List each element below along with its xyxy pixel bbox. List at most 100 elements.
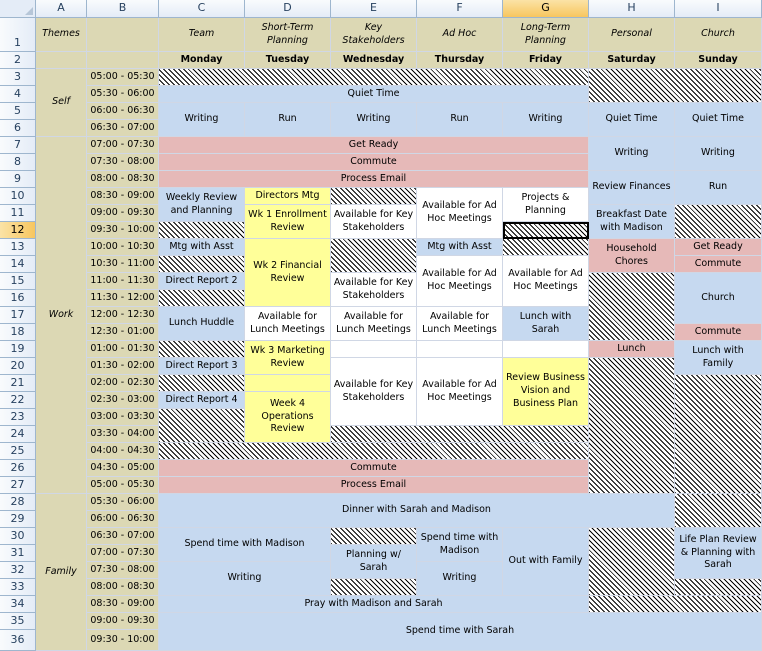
schedule-block[interactable]: Run bbox=[675, 171, 762, 205]
row-header-3[interactable]: 3 bbox=[0, 69, 36, 86]
row-header-28[interactable]: 28 bbox=[0, 494, 36, 511]
blocked-time-cell[interactable] bbox=[589, 273, 675, 341]
schedule-block[interactable]: Writing bbox=[331, 103, 417, 137]
time-slot[interactable]: 09:30 - 10:00 bbox=[87, 222, 159, 239]
time-slot[interactable]: 01:30 - 02:00 bbox=[87, 358, 159, 375]
schedule-block[interactable]: Writing bbox=[675, 137, 762, 171]
blocked-time-cell[interactable] bbox=[331, 579, 417, 596]
row-header-34[interactable]: 34 bbox=[0, 596, 36, 613]
schedule-block[interactable]: Wk 2 Financial Review bbox=[245, 239, 331, 307]
schedule-block[interactable]: Spend time with Madison bbox=[417, 528, 503, 562]
blocked-time-cell[interactable] bbox=[675, 375, 762, 494]
topic-header[interactable]: Team bbox=[159, 18, 245, 52]
blocked-time-cell[interactable] bbox=[159, 256, 245, 273]
schedule-block[interactable]: Dinner with Sarah and Madison bbox=[159, 494, 675, 528]
schedule-block[interactable]: Writing bbox=[589, 137, 675, 171]
row-header-7[interactable]: 7 bbox=[0, 137, 36, 154]
theme-family[interactable]: Family bbox=[36, 494, 87, 651]
day-header[interactable]: Sunday bbox=[675, 52, 762, 69]
schedule-block[interactable]: Lunch with Family bbox=[675, 341, 762, 375]
row-header-2[interactable]: 2 bbox=[0, 52, 36, 69]
schedule-block[interactable]: Week 4 Operations Review bbox=[245, 392, 331, 443]
row-header-33[interactable]: 33 bbox=[0, 579, 36, 596]
time-slot[interactable]: 04:00 - 04:30 bbox=[87, 443, 159, 460]
column-header-d[interactable]: D bbox=[245, 0, 331, 18]
time-slot[interactable]: 08:00 - 08:30 bbox=[87, 171, 159, 188]
day-header[interactable]: Wednesday bbox=[331, 52, 417, 69]
time-slot[interactable]: 03:00 - 03:30 bbox=[87, 409, 159, 426]
row-header-15[interactable]: 15 bbox=[0, 273, 36, 290]
selected-cell-g12[interactable] bbox=[503, 222, 589, 239]
blocked-time-cell[interactable] bbox=[503, 239, 589, 256]
blocked-time-cell[interactable] bbox=[675, 205, 762, 239]
schedule-block[interactable]: Spend time with Sarah bbox=[159, 613, 762, 651]
schedule-block[interactable]: Available for Lunch Meetings bbox=[331, 307, 417, 341]
schedule-block[interactable]: Available for Ad Hoc Meetings bbox=[417, 358, 503, 426]
time-slot[interactable]: 09:30 - 10:00 bbox=[87, 630, 159, 651]
schedule-block[interactable]: Available for Ad Hoc Meetings bbox=[417, 256, 503, 307]
schedule-block[interactable]: Breakfast Date with Madison bbox=[589, 205, 675, 239]
row-header-30[interactable]: 30 bbox=[0, 528, 36, 545]
schedule-block[interactable]: Mtg with Asst bbox=[159, 239, 245, 256]
time-slot[interactable]: 06:00 - 06:30 bbox=[87, 511, 159, 528]
time-slot[interactable]: 07:00 - 07:30 bbox=[87, 137, 159, 154]
schedule-block[interactable]: Review Business Vision and Business Plan bbox=[503, 358, 589, 426]
schedule-block[interactable]: Writing bbox=[417, 562, 503, 596]
time-slot[interactable]: 04:30 - 05:00 bbox=[87, 460, 159, 477]
topic-header[interactable]: Personal bbox=[589, 18, 675, 52]
schedule-block[interactable]: Projects & Planning bbox=[503, 188, 589, 222]
schedule-block[interactable]: Wk 3 Marketing Review bbox=[245, 341, 331, 375]
time-slot[interactable]: 11:30 - 12:00 bbox=[87, 290, 159, 307]
time-slot[interactable]: 09:00 - 09:30 bbox=[87, 613, 159, 630]
row-header-6[interactable]: 6 bbox=[0, 120, 36, 137]
schedule-block[interactable]: Out with Family bbox=[503, 528, 589, 596]
column-header-c[interactable]: C bbox=[159, 0, 245, 18]
schedule-block[interactable]: Get Ready bbox=[159, 137, 589, 154]
schedule-block[interactable]: Mtg with Asst bbox=[417, 239, 503, 256]
time-slot[interactable]: 07:00 - 07:30 bbox=[87, 545, 159, 562]
schedule-block[interactable]: Review Finances bbox=[589, 171, 675, 205]
row-header-18[interactable]: 18 bbox=[0, 324, 36, 341]
day-header[interactable]: Monday bbox=[159, 52, 245, 69]
blocked-time-cell[interactable] bbox=[675, 494, 762, 528]
row-header-32[interactable]: 32 bbox=[0, 562, 36, 579]
column-header-b[interactable]: B bbox=[87, 0, 159, 18]
empty-cell[interactable] bbox=[503, 341, 589, 358]
row-header-22[interactable]: 22 bbox=[0, 392, 36, 409]
row-header-35[interactable]: 35 bbox=[0, 613, 36, 630]
topic-header[interactable]: Short-Term Planning bbox=[245, 18, 331, 52]
schedule-block[interactable]: Available for Lunch Meetings bbox=[417, 307, 503, 341]
blocked-time-cell[interactable] bbox=[159, 69, 589, 86]
row-header-26[interactable]: 26 bbox=[0, 460, 36, 477]
schedule-block[interactable]: Direct Report 2 bbox=[159, 273, 245, 290]
schedule-block[interactable]: Run bbox=[417, 103, 503, 137]
column-header-i[interactable]: I bbox=[675, 0, 762, 18]
blocked-time-cell[interactable] bbox=[589, 358, 675, 494]
time-slot[interactable]: 01:00 - 01:30 bbox=[87, 341, 159, 358]
row-header-14[interactable]: 14 bbox=[0, 256, 36, 273]
schedule-block[interactable]: Directors Mtg bbox=[245, 188, 331, 205]
schedule-block[interactable]: Process Email bbox=[159, 171, 589, 188]
topic-header[interactable]: Key Stakeholders bbox=[331, 18, 417, 52]
topic-header[interactable]: Church bbox=[675, 18, 762, 52]
row-header-16[interactable]: 16 bbox=[0, 290, 36, 307]
schedule-block[interactable]: Writing bbox=[503, 103, 589, 137]
schedule-block[interactable]: Available for Key Stakeholders bbox=[331, 273, 417, 307]
schedule-block[interactable]: Weekly Review and Planning bbox=[159, 188, 245, 222]
blank-header[interactable] bbox=[87, 18, 159, 52]
row-header-9[interactable]: 9 bbox=[0, 171, 36, 188]
schedule-block[interactable]: Commute bbox=[159, 154, 589, 171]
row-header-29[interactable]: 29 bbox=[0, 511, 36, 528]
time-slot[interactable]: 12:00 - 12:30 bbox=[87, 307, 159, 324]
schedule-block[interactable]: Quiet Time bbox=[589, 103, 675, 137]
row-header-25[interactable]: 25 bbox=[0, 443, 36, 460]
time-slot[interactable]: 10:30 - 11:00 bbox=[87, 256, 159, 273]
row-header-27[interactable]: 27 bbox=[0, 477, 36, 494]
time-slot[interactable]: 05:00 - 05:30 bbox=[87, 69, 159, 86]
schedule-block[interactable]: Commute bbox=[675, 256, 762, 273]
schedule-block[interactable]: Get Ready bbox=[675, 239, 762, 256]
row-header-31[interactable]: 31 bbox=[0, 545, 36, 562]
column-header-a[interactable]: A bbox=[36, 0, 87, 18]
time-slot[interactable]: 06:30 - 07:00 bbox=[87, 528, 159, 545]
day-header[interactable]: Tuesday bbox=[245, 52, 331, 69]
